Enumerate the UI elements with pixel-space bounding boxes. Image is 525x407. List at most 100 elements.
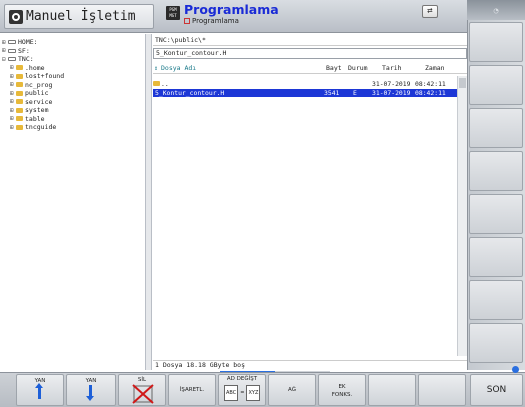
rename-button[interactable]: AD DEĞİŞT ABC = XYZ [218, 374, 266, 406]
file-name: 5_Kontur_contour.H [155, 89, 225, 97]
file-list: .. 31-07-2019 08:42:11 5_Kontur_contour.H 35… [153, 76, 457, 356]
vertical-softkey-6[interactable] [469, 237, 523, 277]
program-mode-indicator[interactable]: PGM MGT Programlama Programlama [166, 3, 466, 30]
directory-tree: ⊞ HOME: ⊞ SF: ⊟ TNC: ⊞ .home ⊞ lost+found ⊞ nc_prog… [0, 34, 146, 370]
tree-item[interactable]: ⊞ lost+found [10, 72, 64, 80]
folder-icon [16, 90, 23, 96]
rename-to: XYZ [246, 385, 261, 401]
vertical-softkey-1[interactable] [469, 22, 523, 62]
pane-splitter[interactable] [146, 34, 152, 370]
vertical-softkey-8[interactable] [469, 323, 523, 363]
delete-label: SİL [137, 377, 147, 383]
screen-switch-icon[interactable]: ⇄ [422, 5, 438, 18]
tree-item[interactable]: ⊞ system [10, 106, 48, 114]
mode-indicator[interactable]: Manuel İşletim [4, 4, 154, 29]
file-size: 3541 [324, 89, 340, 97]
column-time[interactable]: Zaman [425, 64, 445, 72]
network-button[interactable]: AĞ [268, 374, 316, 406]
tree-item[interactable]: ⊞ table [10, 115, 45, 123]
mark-label: İŞARETL. [179, 387, 205, 393]
empty-softkey-2[interactable] [418, 374, 466, 406]
expand-icon[interactable]: ⊞ [10, 107, 15, 114]
drive-icon [8, 40, 16, 44]
rename-from: ABC [224, 385, 239, 401]
expand-icon[interactable]: ⊞ [10, 98, 15, 105]
expand-icon[interactable]: ⊞ [10, 81, 15, 88]
tree-item-label: service [25, 97, 53, 106]
folder-icon [16, 124, 23, 130]
file-date: 31-07-2019 [372, 89, 411, 97]
tree-item[interactable]: ⊞ SF: [2, 47, 30, 55]
tree-item[interactable]: ⊞ .home [10, 64, 45, 72]
expand-icon[interactable]: ⊞ [2, 39, 7, 46]
tree-item-label: tncguide [25, 123, 57, 131]
expand-icon[interactable]: ⊞ [10, 115, 15, 122]
expand-icon[interactable]: ⊟ [2, 56, 7, 63]
mode-title: Manuel İşletim [26, 9, 136, 24]
vertical-softkey-7[interactable] [469, 280, 523, 320]
page-down-button[interactable]: YAN [66, 374, 116, 406]
status-bar: 1 Dosya 18.18 GByte boş [153, 360, 467, 370]
folder-icon [16, 82, 23, 87]
softkey-level-icon [512, 366, 519, 373]
column-size[interactable]: Bayt [326, 64, 342, 72]
empty-softkey-1[interactable] [368, 374, 416, 406]
tree-item-label: lost+found [25, 72, 65, 80]
tree-item[interactable]: ⊞ service [10, 98, 52, 106]
file-name-field[interactable]: 5_Kontur_contour.H [153, 48, 467, 59]
vertical-softkey-5[interactable] [469, 194, 523, 234]
delete-button[interactable]: SİL [118, 374, 166, 406]
tree-item[interactable]: ⊟ TNC: [2, 55, 34, 63]
tree-item-label: public [25, 89, 49, 97]
file-row[interactable]: 5_Kontur_contour.H 3541 E 31-07-2019 08:42:1… [153, 89, 457, 97]
tree-item-label: table [25, 114, 45, 123]
current-path: TNC:\public\* [153, 36, 467, 46]
folder-icon [16, 73, 23, 79]
expand-icon[interactable]: ⊞ [10, 90, 15, 97]
tree-item-label: nc_prog [25, 80, 53, 89]
file-row[interactable]: .. 31-07-2019 08:42:11 [153, 80, 457, 88]
tree-item[interactable]: ⊞ nc_prog [10, 81, 52, 89]
file-time: 08:42:11 [415, 89, 446, 97]
pgm-mgt-icon: PGM MGT [166, 6, 180, 20]
page-up-button[interactable]: YAN [16, 374, 64, 406]
column-status[interactable]: Durum [348, 64, 368, 72]
rename-label: AD DEĞİŞT [226, 376, 258, 382]
column-name[interactable]: Dosya Adı [161, 64, 196, 72]
end-button[interactable]: SON [470, 374, 523, 406]
expand-icon[interactable]: ⊞ [10, 124, 15, 131]
tree-item-label: system [25, 106, 49, 114]
drive-icon [8, 48, 16, 53]
manual-mode-icon [9, 9, 23, 24]
tree-item[interactable]: ⊞ public [10, 89, 48, 97]
file-list-scrollbar[interactable] [457, 76, 467, 356]
file-time: 08:42:11 [415, 80, 446, 88]
vertical-softkey-4[interactable] [469, 151, 523, 191]
expand-icon[interactable]: ⊞ [10, 64, 15, 71]
tree-item[interactable]: ⊞ tncguide [10, 123, 56, 131]
more-functions-label: EK FONKS. [331, 384, 353, 398]
page-down-label: YAN [85, 378, 97, 384]
file-status: E [353, 89, 357, 97]
tree-item[interactable]: ⊞ HOME: [2, 38, 38, 46]
delete-icon [132, 384, 154, 404]
column-date[interactable]: Tarih [382, 64, 402, 72]
tree-item-label: TNC: [18, 55, 34, 63]
mark-button[interactable]: İŞARETL. [168, 374, 216, 406]
end-label: SON [486, 385, 507, 395]
vertical-softkey-3[interactable] [469, 108, 523, 148]
tree-item-label: HOME: [18, 38, 38, 46]
file-list-header: ⇕ Dosya Adı Bayt Durum Tarih Zaman [153, 63, 467, 74]
arrow-up-icon [35, 383, 43, 399]
folder-icon [16, 116, 23, 121]
expand-icon[interactable]: ⊞ [10, 73, 15, 80]
more-functions-button[interactable]: EK FONKS. [318, 374, 366, 406]
file-name: .. [161, 80, 169, 88]
sort-icon[interactable]: ⇕ [154, 64, 158, 72]
network-label: AĞ [288, 387, 296, 393]
tree-item-label: SF: [18, 46, 30, 55]
expand-icon[interactable]: ⊞ [2, 47, 7, 54]
drive-icon [8, 57, 16, 61]
program-mode-subtitle: Programlama [192, 17, 239, 25]
vertical-softkey-2[interactable] [469, 65, 523, 105]
